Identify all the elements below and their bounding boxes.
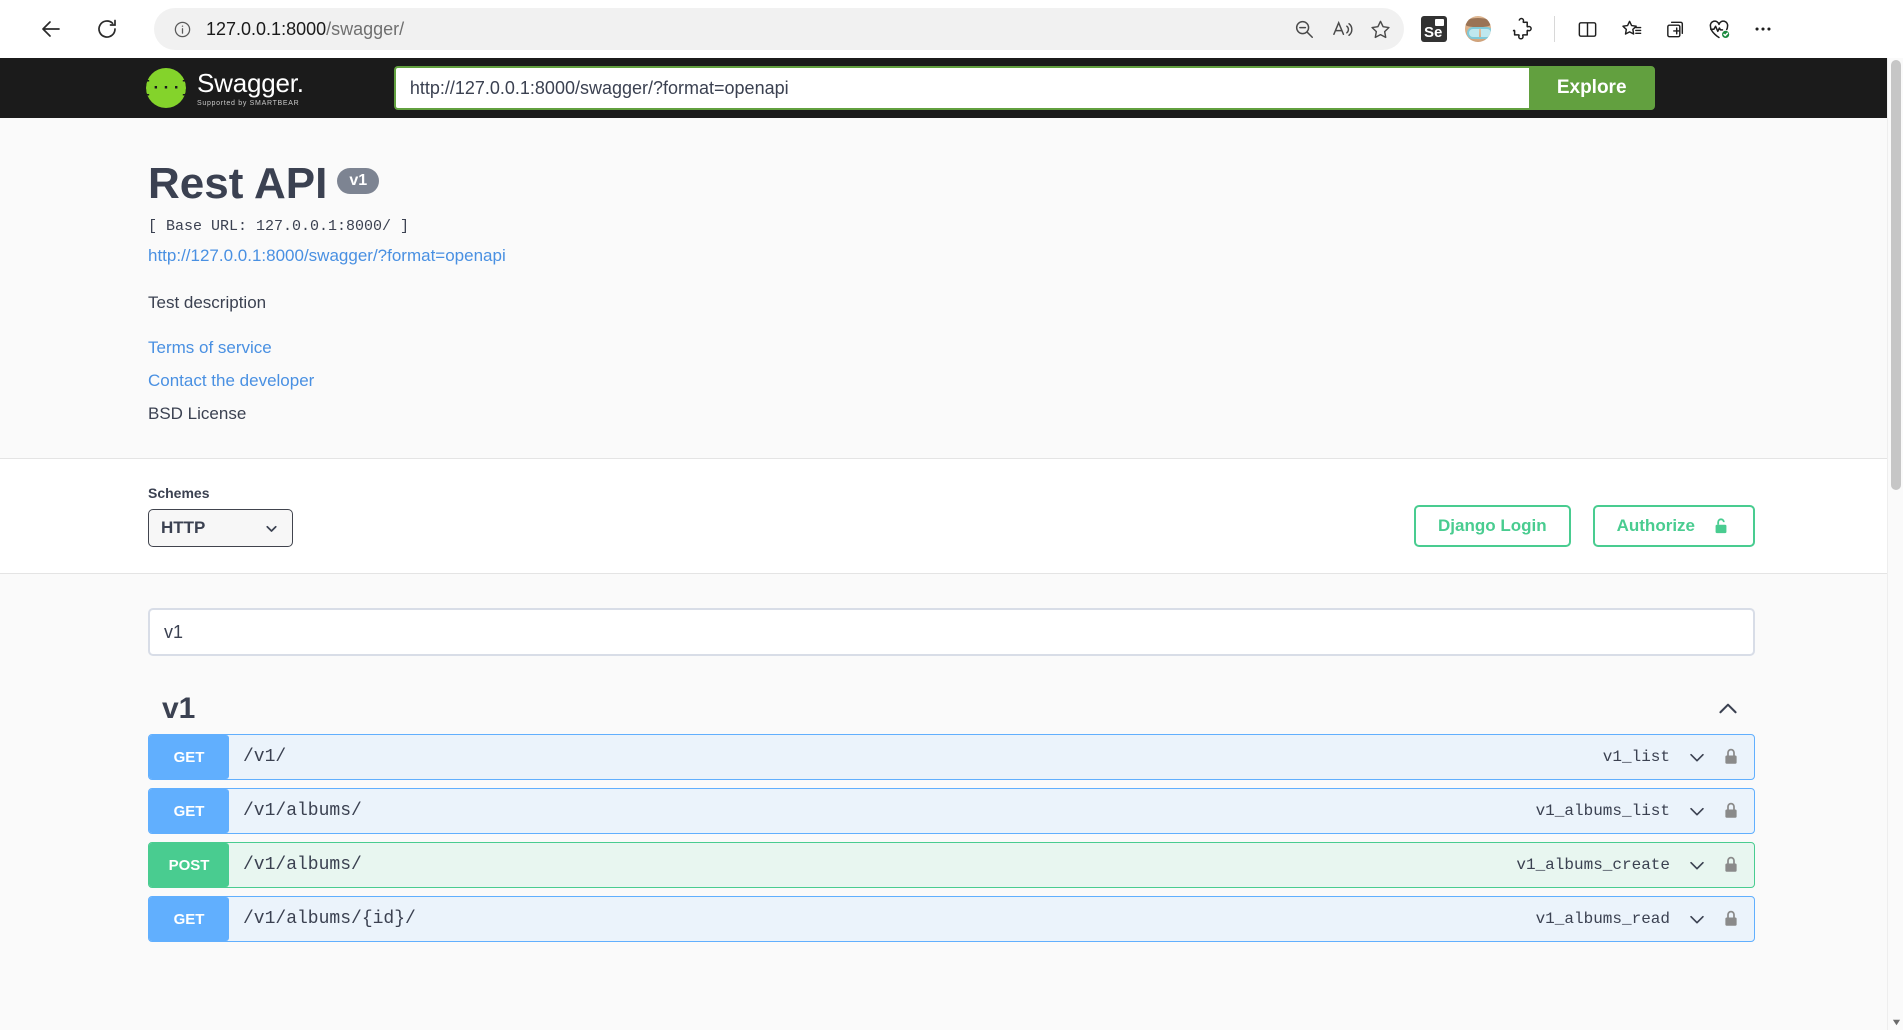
authorize-button[interactable]: Authorize	[1592, 505, 1755, 547]
operations-list: GET /v1/ v1_list GET /v1/albums/ v1_albu…	[148, 734, 1755, 942]
omnibox-action-group	[1286, 11, 1398, 47]
contact-developer-link[interactable]: Contact the developer	[148, 371, 1903, 391]
auth-buttons-group: Django Login Authorize	[1414, 505, 1755, 547]
avatar-extension-icon[interactable]	[1458, 9, 1498, 49]
site-information-icon[interactable]	[168, 15, 196, 43]
avatar-face-glyph	[1465, 16, 1491, 42]
extensions-puzzle-icon[interactable]	[1502, 9, 1542, 49]
zoom-out-icon[interactable]	[1286, 11, 1322, 47]
lock-icon[interactable]	[1722, 909, 1740, 929]
chevron-down-icon[interactable]	[1686, 908, 1708, 930]
lock-icon[interactable]	[1722, 801, 1740, 821]
operation-row[interactable]: GET /v1/albums/ v1_albums_list	[148, 788, 1755, 834]
selenium-se-glyph: Se	[1421, 16, 1447, 42]
method-badge: GET	[149, 789, 229, 833]
read-aloud-icon[interactable]	[1324, 11, 1360, 47]
operation-path: /v1/albums/	[243, 855, 362, 875]
scrollbar-thumb[interactable]	[1891, 60, 1901, 490]
page-title: Rest API	[148, 159, 328, 208]
swagger-tagline: Supported by SMARTBEAR	[197, 99, 300, 107]
schemes-label: Schemes	[148, 485, 210, 501]
url-path: /swagger/	[326, 18, 405, 39]
method-badge: GET	[149, 897, 229, 941]
openapi-spec-link[interactable]: http://127.0.0.1:8000/swagger/?format=op…	[148, 246, 1903, 266]
address-bar-url: 127.0.0.1:8000/swagger/	[196, 19, 1286, 40]
schemes-selected-value: HTTP	[161, 518, 206, 537]
settings-more-icon[interactable]	[1743, 9, 1783, 49]
browser-back-button[interactable]	[30, 8, 72, 50]
swagger-braces-icon: {···}	[141, 68, 192, 108]
operation-path: /v1/albums/	[243, 801, 362, 821]
api-title-row: Rest API v1	[148, 162, 1903, 206]
chevron-up-icon[interactable]	[1715, 696, 1741, 722]
browser-toolbar: 127.0.0.1:8000/swagger/ Se	[0, 0, 1903, 58]
operation-id: v1_albums_read	[1535, 910, 1670, 928]
tag-section-header[interactable]: v1	[148, 692, 1755, 726]
django-login-label: Django Login	[1438, 516, 1547, 535]
chevron-down-icon[interactable]	[1686, 800, 1708, 822]
operation-row[interactable]: POST /v1/albums/ v1_albums_create	[148, 842, 1755, 888]
operation-path: /v1/	[243, 747, 287, 767]
api-license: BSD License	[148, 404, 247, 423]
terms-of-service-link[interactable]: Terms of service	[148, 338, 1903, 358]
schemes-auth-bar: Schemes HTTP Django Login Authorize	[0, 458, 1903, 574]
django-login-button[interactable]: Django Login	[1414, 505, 1571, 547]
chevron-down-icon[interactable]	[1686, 854, 1708, 876]
explore-button[interactable]: Explore	[1528, 66, 1655, 110]
swagger-logo-text: Swagger. Supported by SMARTBEAR	[197, 70, 304, 107]
favorite-star-icon[interactable]	[1362, 11, 1398, 47]
api-info-block: Rest API v1 [ Base URL: 127.0.0.1:8000/ …	[0, 118, 1903, 424]
lock-icon[interactable]	[1722, 855, 1740, 875]
url-host: 127.0.0.1:8000	[206, 18, 327, 39]
operation-row[interactable]: GET /v1/albums/{id}/ v1_albums_read	[148, 896, 1755, 942]
back-arrow-icon	[42, 21, 60, 37]
browser-reload-button[interactable]	[86, 8, 128, 50]
scroll-down-arrow-icon[interactable]	[1888, 1014, 1903, 1030]
chevron-down-icon[interactable]	[1686, 746, 1708, 768]
chevron-down-icon	[266, 525, 277, 532]
split-screen-icon[interactable]	[1567, 9, 1607, 49]
spec-url-form: Explore	[393, 66, 1655, 110]
operation-row[interactable]: GET /v1/ v1_list	[148, 734, 1755, 780]
method-badge: GET	[149, 735, 229, 779]
operation-path: /v1/albums/{id}/	[243, 909, 416, 929]
tag-name: v1	[162, 692, 196, 725]
reload-icon	[98, 19, 116, 38]
operation-id: v1_list	[1602, 748, 1670, 766]
unlock-icon	[1715, 518, 1727, 534]
swagger-ui-page: {···} Swagger. Supported by SMARTBEAR Ex…	[0, 58, 1903, 1030]
lock-icon[interactable]	[1722, 747, 1740, 767]
api-version-badge: v1	[337, 168, 380, 194]
filter-input[interactable]	[148, 608, 1755, 656]
favorites-list-icon[interactable]	[1611, 9, 1651, 49]
swagger-topbar: {···} Swagger. Supported by SMARTBEAR Ex…	[0, 58, 1903, 118]
swagger-logo[interactable]: {···} Swagger. Supported by SMARTBEAR	[141, 68, 304, 108]
selenium-ide-extension-icon[interactable]: Se	[1414, 9, 1454, 49]
schemes-select[interactable]: HTTP	[148, 509, 293, 547]
page-scrollbar[interactable]	[1887, 58, 1903, 1030]
operation-id: v1_albums_create	[1516, 856, 1670, 874]
swagger-wordmark: Swagger.	[197, 67, 304, 98]
authorize-label: Authorize	[1616, 516, 1695, 535]
schemes-group: Schemes HTTP	[148, 485, 293, 547]
operations-area: v1 GET /v1/ v1_list	[0, 574, 1903, 942]
api-base-url: [ Base URL: 127.0.0.1:8000/ ]	[148, 218, 410, 235]
browser-essentials-icon[interactable]	[1699, 9, 1739, 49]
toolbar-divider	[1554, 16, 1555, 42]
operation-id: v1_albums_list	[1535, 802, 1670, 820]
api-description: Test description	[148, 293, 267, 312]
spec-url-input[interactable]	[393, 66, 1529, 110]
method-badge: POST	[149, 843, 229, 887]
address-bar[interactable]: 127.0.0.1:8000/swagger/	[154, 8, 1404, 50]
browser-toolbar-right: Se	[1414, 9, 1787, 49]
collections-icon[interactable]	[1655, 9, 1695, 49]
